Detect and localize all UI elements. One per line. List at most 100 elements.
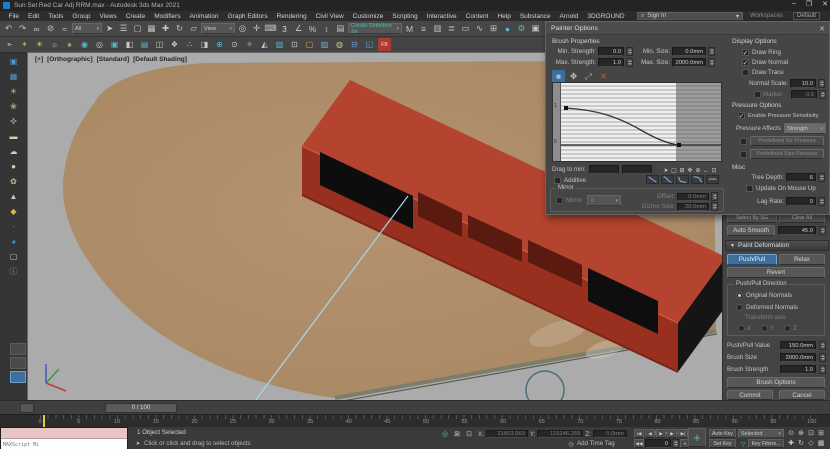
menu-interactive[interactable]: Interactive	[422, 13, 461, 20]
use-pivot-center-icon[interactable]: ◎	[236, 22, 249, 35]
normal-scale-spinner[interactable]	[818, 79, 825, 88]
falloff-curve-graph[interactable]: 1 0	[552, 82, 722, 162]
pipe-icon[interactable]: ✜	[7, 115, 21, 127]
display-floater-icon[interactable]: ▧	[273, 38, 286, 51]
maxscript-mini-listener[interactable]: MAXScript Mi	[0, 427, 128, 449]
zoom-icon[interactable]: ⊙	[786, 428, 796, 437]
isolate-selection-icon[interactable]: ◭	[258, 38, 271, 51]
menu-content[interactable]: Content	[461, 13, 493, 20]
menu-scripting[interactable]: Scripting	[388, 13, 422, 20]
spacing-tool-icon[interactable]: ∴	[183, 38, 196, 51]
pan-icon[interactable]: ✚	[786, 438, 796, 447]
gizmo-size-spinner[interactable]	[711, 202, 718, 211]
menu-tools[interactable]: Tools	[44, 13, 68, 20]
mirror-checkbox[interactable]: ✓	[556, 197, 563, 204]
previous-frame-button[interactable]: ◀	[645, 429, 655, 438]
viewport-layout-tab[interactable]	[10, 357, 26, 369]
wedge-icon[interactable]: ◆	[7, 205, 21, 217]
menu-group[interactable]: Group	[68, 13, 95, 20]
light-icon[interactable]: ☀	[33, 38, 46, 51]
info-icon[interactable]: ⓘ	[7, 265, 21, 277]
menu-animation[interactable]: Animation	[185, 13, 223, 20]
menu-edit[interactable]: Edit	[23, 13, 43, 20]
lag-rate-spinner[interactable]	[818, 197, 825, 206]
box-display-icon[interactable]: ▢	[7, 250, 21, 262]
menu-help[interactable]: Help	[493, 13, 515, 20]
named-sets-dropdown[interactable]: Create Selection Se▾	[348, 23, 402, 34]
linear-falloff-preset[interactable]	[646, 175, 659, 184]
absolute-mode-icon[interactable]: ⊡	[464, 429, 474, 439]
signin-box[interactable]: ⌕ Sign In ▾	[637, 12, 743, 20]
min-size-field[interactable]: 0.0mm	[672, 47, 706, 56]
ref-coordsys-dropdown[interactable]: View▾	[201, 23, 235, 34]
angle-snap-icon[interactable]: ∠	[292, 22, 305, 35]
layer-explorer-icon[interactable]: ≣	[445, 22, 458, 35]
percent-snap-icon[interactable]: %	[306, 22, 319, 35]
current-frame-field[interactable]: 0	[645, 439, 671, 448]
relax-button[interactable]: Relax	[779, 254, 825, 265]
edit-named-sets-icon[interactable]: ▤	[334, 22, 347, 35]
menu-file[interactable]: File	[4, 13, 23, 20]
auto-smooth-field[interactable]: 45.0	[778, 226, 816, 235]
viewport-render-style-menu[interactable]: [Standard]	[97, 56, 130, 63]
clay-sphere-icon[interactable]: ●	[7, 160, 21, 172]
zoom-extents-all-icon[interactable]: ⊞	[816, 428, 826, 437]
viewport-shading-menu[interactable]: [Default Shading]	[133, 56, 187, 63]
smooth-falloff-preset[interactable]	[661, 175, 674, 184]
mirror-axis-dropdown[interactable]: X▾	[587, 195, 621, 206]
select-manipulate-icon[interactable]: ✛	[250, 22, 263, 35]
max-size-field[interactable]: 2000.0mm	[672, 58, 706, 67]
listener-pane[interactable]: MAXScript Mi	[1, 439, 127, 449]
sun-positioner-icon[interactable]: ☼	[48, 38, 61, 51]
selection-filter-dropdown[interactable]: All▾	[72, 23, 102, 34]
tree-depth-spinner[interactable]	[818, 173, 825, 182]
window-crossing-icon[interactable]: ▦	[145, 22, 158, 35]
zoom-all-icon[interactable]: ⊕	[796, 428, 806, 437]
menu-civil-view[interactable]: Civil View	[311, 13, 348, 20]
snaps-toggle-icon[interactable]: 3	[278, 22, 291, 35]
predefined-size-pressure-button[interactable]: Predefined Size Pressure	[750, 149, 824, 159]
menu-rendering[interactable]: Rendering	[272, 13, 311, 20]
select-scale-icon[interactable]: ▱	[187, 22, 200, 35]
viewport-layout-icon[interactable]: ⊟	[348, 38, 361, 51]
additive-checkbox[interactable]: ✓	[554, 177, 561, 184]
commit-button[interactable]: Commit	[727, 390, 773, 400]
bind-spacewarp-icon[interactable]: ≈	[58, 22, 71, 35]
selection-lock-toggle-icon[interactable]: ⊠	[452, 429, 462, 439]
zoom-extents-icon[interactable]: ⊡	[806, 428, 816, 437]
dialog-close-icon[interactable]: ✕	[819, 25, 825, 33]
isolate-selection-toggle-icon[interactable]: ◎	[440, 429, 450, 439]
render-setup-icon[interactable]: ⚙	[515, 22, 528, 35]
scene-states-icon[interactable]: ◧	[123, 38, 136, 51]
predefined-str-pressure-button[interactable]: Predefined Str Pressure	[750, 136, 824, 146]
maximize-viewport-icon[interactable]: ▦	[816, 438, 826, 447]
select-rotate-icon[interactable]: ↻	[173, 22, 186, 35]
marker-field[interactable]: 0.5	[791, 90, 817, 99]
auto-smooth-spinner[interactable]	[819, 226, 826, 235]
brush-strength-field[interactable]: 1.0	[780, 365, 816, 374]
menu-customize[interactable]: Customize	[348, 13, 388, 20]
select-link-icon[interactable]: ∞	[30, 22, 43, 35]
go-to-start-button[interactable]: ◀◀	[634, 439, 644, 448]
drag-min-field[interactable]	[589, 165, 619, 174]
pressure-affects-dropdown[interactable]: Strength▾	[784, 123, 826, 134]
workspace-dropdown[interactable]: Default	[793, 12, 820, 20]
menu-modifiers[interactable]: Modifiers	[150, 13, 185, 20]
fb-render-icon[interactable]: FB	[378, 38, 391, 51]
unlink-selection-icon[interactable]: ⊘	[44, 22, 57, 35]
ribbon-toggle-icon[interactable]: ▭	[459, 22, 472, 35]
time-slider-grip[interactable]	[20, 403, 34, 413]
offset-spinner[interactable]	[711, 192, 718, 201]
orbit-icon[interactable]: ↻	[796, 438, 806, 447]
selection-set-dropdown[interactable]: Selected▾	[738, 429, 784, 438]
cancel-button[interactable]: Cancel	[779, 390, 825, 400]
marker-checkbox[interactable]: ✓	[754, 91, 761, 98]
set-keys-button[interactable]: +	[688, 428, 706, 447]
env-icon[interactable]: ❀	[7, 100, 21, 112]
drag-max-field[interactable]	[622, 165, 652, 174]
flat-falloff-preset[interactable]	[706, 175, 719, 184]
viewport-config-icon[interactable]: ▣	[7, 55, 21, 67]
normal-align-icon[interactable]: ⊙	[228, 38, 241, 51]
viewport-layout-tab-active[interactable]	[10, 371, 26, 383]
y-coord-field[interactable]: 115246.269	[537, 430, 583, 438]
